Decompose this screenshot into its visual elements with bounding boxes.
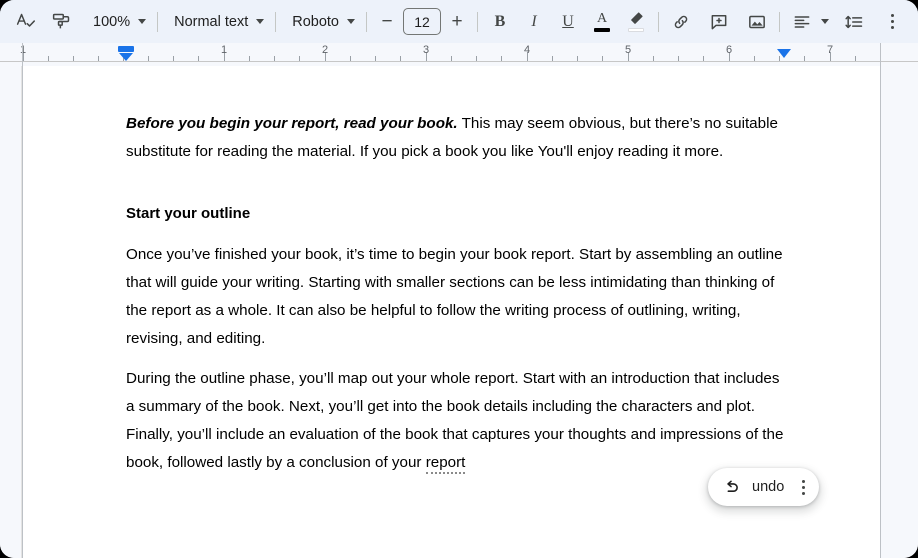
italic-button[interactable]: I bbox=[519, 7, 549, 37]
font-size-input[interactable]: 12 bbox=[403, 8, 441, 35]
insert-image-icon[interactable] bbox=[742, 7, 772, 37]
text-color-icon: A bbox=[594, 10, 610, 32]
ruler-number: 6 bbox=[725, 44, 733, 56]
align-dropdown-caret[interactable] bbox=[817, 7, 833, 37]
chevron-down-icon bbox=[256, 19, 265, 24]
chevron-down-icon bbox=[138, 19, 147, 24]
left-margin-line bbox=[22, 43, 23, 558]
link-icon[interactable] bbox=[666, 7, 696, 37]
undo-arrow-icon[interactable] bbox=[722, 478, 741, 497]
toolbar-divider bbox=[366, 11, 367, 32]
highlight-icon bbox=[628, 11, 645, 32]
undo-label: undo bbox=[752, 479, 785, 495]
ruler-track bbox=[0, 61, 918, 62]
line-spacing-icon[interactable] bbox=[839, 7, 869, 37]
paragraph-outline-phase[interactable]: During the outline phase, you’ll map out… bbox=[126, 365, 784, 477]
font-family-dropdown[interactable]: Roboto bbox=[283, 7, 359, 37]
more-options-icon[interactable] bbox=[877, 9, 907, 35]
undo-toast[interactable]: undo bbox=[708, 468, 820, 506]
ruler-number: 7 bbox=[826, 44, 834, 56]
paragraph-intro[interactable]: Before you begin your report, read your … bbox=[126, 110, 784, 166]
paragraph-style-dropdown[interactable]: Normal text bbox=[165, 7, 268, 37]
ruler-number: 3 bbox=[422, 44, 430, 56]
misspelled-word[interactable]: report bbox=[425, 454, 466, 474]
paragraph-style-value: Normal text bbox=[174, 13, 249, 30]
toolbar-divider bbox=[779, 11, 780, 32]
ruler-number: 2 bbox=[321, 44, 329, 56]
text-color-letter: A bbox=[596, 10, 608, 26]
font-family-value: Roboto bbox=[292, 13, 339, 30]
chevron-down-icon bbox=[347, 19, 355, 24]
paragraph-intro-lead: Before you begin your report, read your … bbox=[126, 115, 458, 132]
highlight-color-button[interactable] bbox=[621, 7, 651, 37]
paint-format-icon[interactable] bbox=[46, 7, 76, 37]
add-comment-icon[interactable] bbox=[704, 7, 734, 37]
ruler-number: 1 bbox=[19, 44, 27, 56]
docs-editor-window: 100% Normal text Roboto − 12 + B I U A 1… bbox=[0, 0, 918, 558]
right-margin-line bbox=[880, 43, 881, 558]
highlight-swatch bbox=[628, 28, 644, 32]
zoom-dropdown[interactable]: 100% bbox=[84, 7, 150, 37]
spellcheck-icon[interactable] bbox=[10, 7, 40, 37]
paragraph-outline[interactable]: Once you’ve finished your book, it’s tim… bbox=[126, 241, 784, 353]
heading-start-your-outline[interactable]: Start your outline bbox=[126, 200, 784, 228]
toolbar: 100% Normal text Roboto − 12 + B I U A bbox=[0, 0, 918, 43]
bold-button[interactable]: B bbox=[485, 7, 515, 37]
align-left-icon[interactable] bbox=[787, 7, 817, 37]
ruler-number: 5 bbox=[624, 44, 632, 56]
toolbar-divider bbox=[275, 11, 277, 32]
kebab-menu-icon[interactable] bbox=[793, 474, 813, 500]
toolbar-divider bbox=[658, 11, 659, 32]
text-color-swatch bbox=[594, 27, 610, 32]
ruler-number: 1 bbox=[220, 44, 228, 56]
zoom-value: 100% bbox=[93, 13, 131, 30]
ruler[interactable]: 1 1 2 3 4 5 6 7 bbox=[0, 43, 918, 66]
decrease-font-size-button[interactable]: − bbox=[374, 9, 400, 35]
increase-font-size-button[interactable]: + bbox=[444, 9, 470, 35]
text-color-button[interactable]: A bbox=[587, 7, 617, 37]
ruler-number: 4 bbox=[523, 44, 531, 56]
toolbar-divider bbox=[157, 11, 159, 32]
right-indent-marker[interactable] bbox=[777, 49, 791, 58]
page-content[interactable]: Before you begin your report, read your … bbox=[22, 66, 880, 477]
underline-button[interactable]: U bbox=[553, 7, 583, 37]
toolbar-divider bbox=[477, 11, 478, 32]
